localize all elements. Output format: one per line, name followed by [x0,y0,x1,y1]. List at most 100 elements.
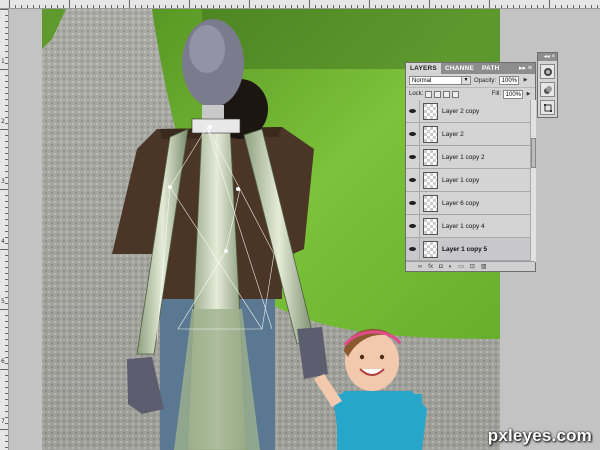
ruler-tick [5,285,8,286]
ruler-tick [483,5,484,8]
ruler-tick [21,5,22,8]
layer-row-selected[interactable]: Layer 1 copy 5 [406,237,530,261]
ruler-tick [249,0,250,8]
ruler-number: 6 [1,358,5,365]
ruler-number: 4 [1,238,5,245]
layer-thumbnail [423,102,438,120]
ruler-tick [477,5,478,8]
layer-name: Layer 6 copy [442,199,480,207]
fill-slider-arrow-icon[interactable]: ▶ [525,90,532,99]
chevron-down-icon[interactable]: ▼ [461,77,470,84]
ruler-tick [429,0,430,8]
ruler-tick [267,5,268,8]
trash-icon[interactable]: ▥ [481,264,487,270]
ruler-tick [5,411,8,412]
layer-row[interactable]: Layer 1 copy 4 [406,214,530,238]
ruler-tick [5,387,8,388]
fill-label: Fill: [491,91,501,97]
ruler-tick [231,5,232,8]
layer-row[interactable]: Layer 2 copy [406,100,530,123]
navigator-icon[interactable] [540,64,555,79]
side-palette: ◂◂ × [537,52,558,118]
ruler-tick [5,273,8,274]
layer-thumbnail [423,171,438,189]
side-palette-bar[interactable]: ◂◂ × [538,53,557,61]
ruler-tick [435,5,436,8]
adjustment-icon[interactable]: ◐ [449,264,453,270]
ruler-tick [5,327,8,328]
ruler-tick [0,429,8,430]
ruler-tick [489,0,490,8]
ruler-tick [213,5,214,8]
lock-all-icon[interactable] [452,90,460,98]
ruler-tick [579,5,580,8]
ruler-tick [453,5,454,8]
ruler-tick [5,405,8,406]
fill-field[interactable]: 100% [503,89,523,99]
mask-icon[interactable]: ◘ [439,264,443,270]
tab-channels[interactable]: CHANNE [441,63,478,74]
visibility-eye-icon[interactable] [406,237,420,261]
ruler-tick [5,45,8,46]
tab-paths[interactable]: PATH [478,63,504,74]
layer-row[interactable]: Layer 1 copy [406,168,530,192]
ruler-tick [45,5,46,8]
ruler-tick [0,189,8,190]
ruler-tick [285,5,286,8]
color-icon[interactable] [540,82,555,97]
ruler-tick [303,5,304,8]
ruler-tick [27,5,28,8]
ruler-tick [5,27,8,28]
ruler-tick [51,5,52,8]
ruler-tick [459,5,460,8]
visibility-eye-icon[interactable] [406,100,420,123]
new-layer-icon[interactable]: ⊡ [470,264,475,270]
ruler-tick [195,5,196,8]
visibility-eye-icon[interactable] [406,168,420,192]
ruler-tick [405,5,406,8]
opacity-slider-arrow-icon[interactable]: ▶ [522,76,529,85]
ruler-tick [117,5,118,8]
ruler-tick [573,5,574,8]
ruler-tick [147,5,148,8]
ruler-tick [537,5,538,8]
scrollbar-thumb[interactable] [531,138,536,168]
link-icon[interactable]: ∞ [418,264,422,270]
ruler-tick [111,5,112,8]
layers-panel[interactable]: LAYERS CHANNE PATH ▸▸ ≡ Normal ▼ Opacity… [405,62,536,272]
folder-icon[interactable]: ▭ [458,264,464,270]
ruler-tick [531,5,532,8]
ruler-tick [5,243,8,244]
opacity-field[interactable]: 100% [499,76,520,85]
layer-name: Layer 1 copy 5 [442,245,488,253]
lock-image-icon[interactable] [434,90,442,98]
visibility-eye-icon[interactable] [406,122,420,146]
layer-row[interactable]: Layer 6 copy [406,191,530,215]
blend-mode-select[interactable]: Normal ▼ [409,76,471,85]
ruler-tick [399,5,400,8]
visibility-eye-icon[interactable] [406,214,420,238]
layers-scrollbar[interactable] [530,100,536,262]
ruler-tick [93,5,94,8]
ruler-number: 2 [1,118,5,125]
layer-row[interactable]: Layer 2 [406,122,530,146]
ruler-tick [5,333,8,334]
ruler-tick [561,5,562,8]
visibility-eye-icon[interactable] [406,191,420,215]
lock-position-icon[interactable] [443,90,451,98]
lock-transparent-icon[interactable] [425,90,433,98]
ruler-tick [255,5,256,8]
tab-layers[interactable]: LAYERS [406,63,441,74]
ruler-tick [273,5,274,8]
ruler-number: 7 [1,418,5,425]
ruler-tick [381,5,382,8]
transform-icon[interactable] [540,100,555,115]
ruler-tick [5,177,8,178]
fx-icon[interactable]: fx [428,264,433,270]
visibility-eye-icon[interactable] [406,145,420,169]
ruler-tick [5,93,8,94]
layer-row[interactable]: Layer 1 copy 2 [406,145,530,169]
ruler-tick [5,141,8,142]
panel-menu-icon[interactable]: ▸▸ ≡ [519,64,532,72]
ruler-tick [261,5,262,8]
